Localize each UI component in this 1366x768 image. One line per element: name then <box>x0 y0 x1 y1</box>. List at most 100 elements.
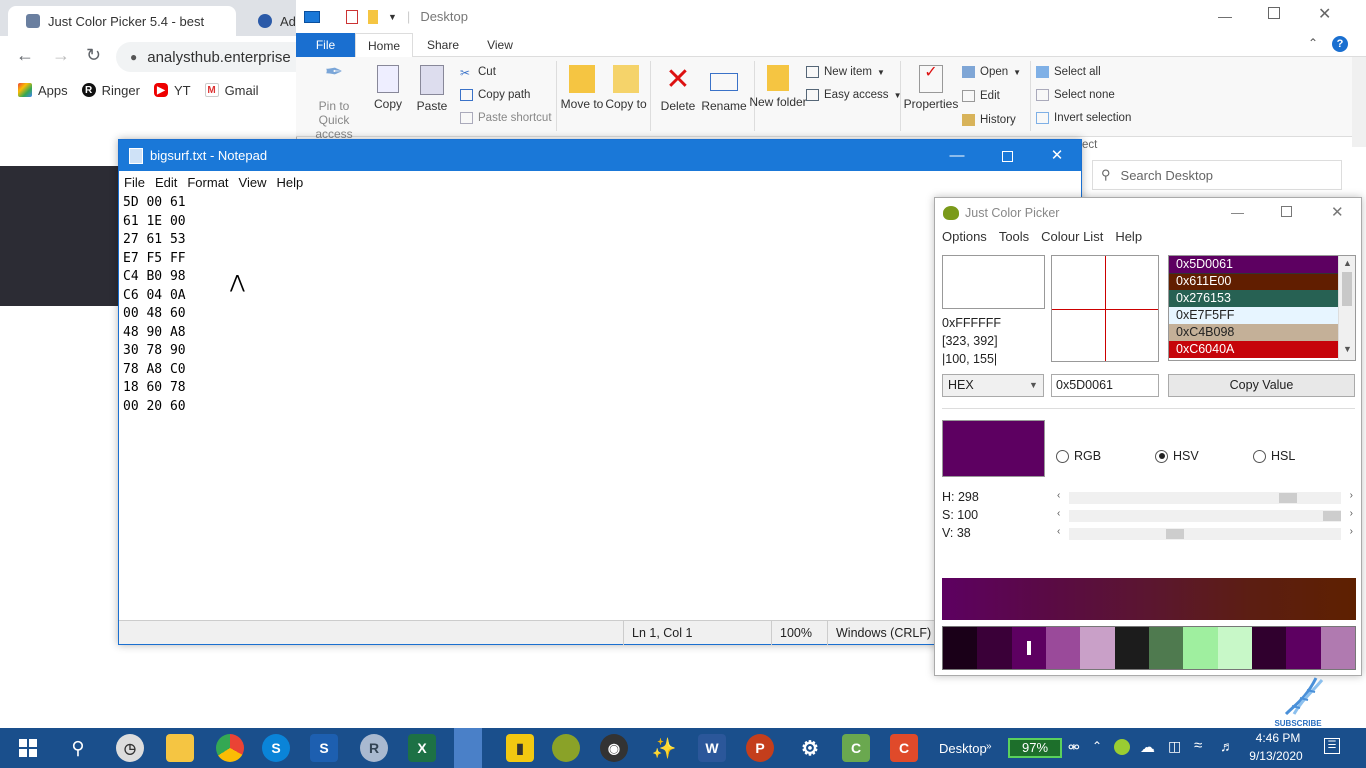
open-button[interactable]: Open ▼ <box>962 66 1021 78</box>
colour-list-item[interactable]: 0xC4B098 <box>1169 324 1355 341</box>
menu-help[interactable]: Help <box>1115 229 1142 249</box>
palette-swatch[interactable] <box>943 627 978 669</box>
notepad-text-area[interactable]: 5D 00 61 61 1E 00 27 61 53 E7 F5 FF C4 B0 98… <box>123 194 923 614</box>
saturation-slider[interactable]: ‹ › <box>1057 508 1353 522</box>
ribbon-tab-home[interactable]: Home <box>355 33 413 58</box>
wifi-icon[interactable]: ≈ <box>1194 737 1202 754</box>
flame-app-icon[interactable]: ✨ <box>650 734 678 762</box>
bookmark-yt[interactable]: ▶ YT <box>153 83 191 98</box>
edit-button[interactable]: Edit <box>962 90 1000 102</box>
file-explorer-icon[interactable] <box>166 734 194 762</box>
colour-list-item[interactable]: 0x276153 <box>1169 290 1355 307</box>
properties-button[interactable]: ✓ Properties <box>900 65 962 112</box>
excel-icon[interactable]: X <box>408 734 436 762</box>
camtasia-red-icon[interactable]: C <box>890 734 918 762</box>
scroll-thumb[interactable] <box>1342 272 1352 306</box>
color-picker-taskbar-icon[interactable] <box>552 734 580 762</box>
copy-to-button[interactable]: Copy to <box>596 65 656 111</box>
camtasia-green-icon[interactable]: C <box>842 734 870 762</box>
value-slider[interactable]: ‹ › <box>1057 526 1353 540</box>
close-icon[interactable]: ✕ <box>1331 203 1344 221</box>
paste-button[interactable]: Paste <box>402 65 462 113</box>
palette-swatch[interactable] <box>1114 627 1149 669</box>
format-select[interactable]: HEX ▼ <box>942 374 1044 397</box>
ribbon-tab-share[interactable]: Share <box>416 33 470 57</box>
qat-dropdown-icon[interactable]: ▼ <box>388 12 397 22</box>
slider-track[interactable] <box>1069 528 1341 540</box>
colour-list-item[interactable]: 0x611E00 <box>1169 273 1355 290</box>
bookmark-gmail[interactable]: M Gmail <box>204 83 259 98</box>
notepad-taskbar-icon[interactable] <box>454 728 482 768</box>
palette-swatch[interactable] <box>1217 627 1252 669</box>
lock-app-icon[interactable]: ◉ <box>600 734 628 762</box>
pin-quick-access-button[interactable]: ✒ Pin to Quick access <box>302 61 366 142</box>
paste-shortcut-button[interactable]: Paste shortcut <box>460 112 552 124</box>
slider-right-icon[interactable]: › <box>1350 526 1353 537</box>
easy-access-button[interactable]: Easy access ▼ <box>806 89 901 101</box>
slider-right-icon[interactable]: › <box>1350 490 1353 501</box>
mode-radio-hsv[interactable]: HSV <box>1155 449 1199 463</box>
notifications-icon[interactable]: ☰ <box>1324 738 1340 754</box>
slider-thumb[interactable] <box>1279 493 1297 503</box>
clock-date[interactable]: 9/13/2020 <box>1240 749 1312 763</box>
bookmark-apps[interactable]: Apps <box>18 83 68 98</box>
menu-colour-list[interactable]: Colour List <box>1041 229 1103 249</box>
sway-icon[interactable]: S <box>310 734 338 762</box>
microphone-icon[interactable]: ◫ <box>1168 738 1181 755</box>
close-icon[interactable]: ✕ <box>1318 4 1331 24</box>
chevron-right-icon[interactable]: » <box>986 741 992 752</box>
battery-indicator[interactable]: 97% <box>1008 738 1062 758</box>
address-bar[interactable]: ● analysthub.enterprise <box>116 42 306 72</box>
power-plug-icon[interactable]: ⚮ <box>1068 739 1080 756</box>
colour-list[interactable]: 0x5D0061 0x611E00 0x276153 0xE7F5FF 0xC4B098… <box>1168 255 1356 361</box>
hue-slider[interactable]: ‹ › <box>1057 490 1353 504</box>
palette-swatch[interactable] <box>1183 627 1218 669</box>
r-app-icon[interactable]: R <box>360 734 388 762</box>
search-icon[interactable]: ⚲ <box>64 734 92 762</box>
menu-tools[interactable]: Tools <box>999 229 1029 249</box>
settings-gear-icon[interactable]: ⚙ <box>796 734 824 762</box>
menu-edit[interactable]: Edit <box>155 175 177 190</box>
browser-tab-color-picker[interactable]: Just Color Picker 5.4 - best <box>8 6 236 36</box>
slider-thumb[interactable] <box>1166 529 1184 539</box>
palette-swatch[interactable] <box>1148 627 1184 669</box>
skype-icon[interactable]: S <box>262 734 290 762</box>
slider-track[interactable] <box>1069 510 1341 522</box>
menu-file[interactable]: File <box>124 175 145 190</box>
slider-left-icon[interactable]: ‹ <box>1057 508 1060 519</box>
minimize-icon[interactable]: — <box>1231 205 1244 220</box>
volume-icon[interactable]: ♬ <box>1220 738 1234 754</box>
reload-icon[interactable]: ↻ <box>86 46 101 64</box>
desktop-toolbar-label[interactable]: Desktop <box>939 741 987 756</box>
colour-list-item[interactable]: 0xC6040A <box>1169 341 1355 358</box>
menu-format[interactable]: Format <box>187 175 228 190</box>
colour-list-item[interactable]: 0x5D0061 <box>1169 256 1355 274</box>
clock-time[interactable]: 4:46 PM <box>1250 731 1306 745</box>
invert-selection-button[interactable]: Invert selection <box>1036 112 1131 124</box>
new-item-button[interactable]: New item ▼ <box>806 66 885 78</box>
ribbon-tab-file[interactable]: File <box>296 33 355 57</box>
slider-right-icon[interactable]: › <box>1350 508 1353 519</box>
maximize-icon[interactable] <box>983 140 1031 171</box>
back-icon[interactable]: ← <box>16 46 34 64</box>
browser-tab-add[interactable]: Add <box>240 6 300 36</box>
close-icon[interactable]: ✕ <box>1033 140 1081 171</box>
maximize-icon[interactable] <box>1268 7 1280 19</box>
slider-thumb[interactable] <box>1323 511 1341 521</box>
palette-swatch[interactable] <box>1080 627 1115 669</box>
palette-swatch[interactable] <box>1251 627 1287 669</box>
folder-qat-icon[interactable] <box>368 9 378 24</box>
colour-list-scrollbar[interactable]: ▲ ▼ <box>1338 256 1355 360</box>
collapse-ribbon-icon[interactable]: ⌃ <box>1308 36 1318 50</box>
forward-icon[interactable]: → <box>52 46 70 64</box>
slider-track[interactable] <box>1069 492 1341 504</box>
cut-button[interactable]: ✂ Cut <box>460 66 496 80</box>
properties-qat-icon[interactable] <box>346 9 358 24</box>
copy-value-button[interactable]: Copy Value <box>1168 374 1355 397</box>
scroll-up-icon[interactable]: ▲ <box>1343 258 1352 268</box>
slider-left-icon[interactable]: ‹ <box>1057 526 1060 537</box>
mode-radio-hsl[interactable]: HSL <box>1253 449 1295 463</box>
onedrive-cloud-icon[interactable]: ☁ <box>1140 738 1155 756</box>
show-hidden-icons-icon[interactable]: ⌃ <box>1092 739 1102 753</box>
palette-swatch[interactable] <box>977 627 1012 669</box>
